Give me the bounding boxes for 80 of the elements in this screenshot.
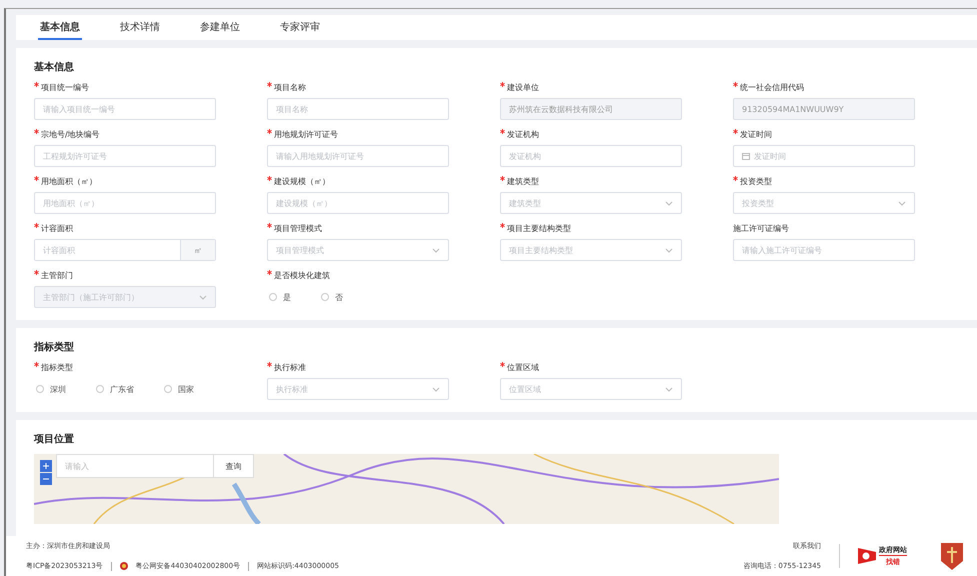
calendar-icon (742, 152, 750, 160)
select-input[interactable]: 执行标准 (276, 384, 428, 394)
chevron-down-icon (199, 294, 207, 300)
select-field[interactable]: 项目管理模式 (267, 239, 449, 261)
select-field[interactable]: 位置区域 (500, 378, 682, 400)
select-input[interactable]: 位置区域 (509, 384, 661, 394)
text-input[interactable]: 用地面积（㎡） (43, 198, 207, 208)
radio-option[interactable]: 国家 (164, 384, 194, 394)
tab[interactable]: 技术详情 (118, 15, 162, 40)
input-field[interactable]: 发证机构 (500, 145, 682, 167)
text-input[interactable]: 工程规划许可证号 (43, 152, 207, 160)
date-field[interactable]: 发证时间 (733, 145, 915, 167)
tab[interactable]: 专家评审 (278, 15, 322, 40)
section-title: 指标类型 (34, 340, 75, 354)
field-label: 项目主要结构类型 (507, 223, 571, 234)
field-label: 建筑类型 (507, 176, 539, 187)
field-label: 发证机构 (507, 129, 539, 140)
magnifier-flag-icon (858, 547, 876, 565)
select-input[interactable]: 主管部门（施工许可部门） (43, 292, 195, 302)
field-label: 项目统一编号 (41, 82, 89, 93)
police-emblem-icon (120, 562, 128, 570)
tab[interactable]: 参建单位 (198, 15, 242, 40)
minus-icon (43, 476, 49, 482)
chevron-down-icon (665, 200, 673, 206)
text-input[interactable]: 项目名称 (276, 104, 440, 114)
text-input[interactable]: 请输入用地规划许可证号 (276, 152, 440, 160)
section-title: 基本信息 (34, 60, 75, 74)
select-field[interactable]: 建筑类型 (500, 192, 682, 214)
field-label: 用地面积（㎡） (41, 176, 97, 187)
field-label: 建设单位 (507, 82, 539, 93)
input-field[interactable]: 请输入用地规划许可证号 (267, 145, 449, 167)
field-label: 投资类型 (740, 176, 772, 187)
text-input[interactable]: 请输入施工许可证编号 (742, 246, 906, 254)
select-input[interactable]: 建筑类型 (509, 198, 661, 208)
tab[interactable]: 基本信息 (38, 15, 82, 40)
radio-option[interactable]: 是 (269, 292, 291, 302)
select-field[interactable]: 主管部门（施工许可部门） (34, 286, 216, 308)
chevron-down-icon (898, 200, 906, 206)
input-field[interactable]: 工程规划许可证号 (34, 145, 216, 167)
select-field[interactable]: 项目主要结构类型 (500, 239, 682, 261)
select-field[interactable]: 执行标准 (267, 378, 449, 400)
text-input[interactable]: 发证机构 (509, 152, 673, 160)
chevron-down-icon (665, 386, 673, 392)
input-field[interactable]: 建设规模（㎡） (267, 192, 449, 214)
zoom-in-button[interactable] (40, 460, 52, 472)
radio-option[interactable]: 广东省 (96, 384, 134, 394)
field-label: 是否模块化建筑 (274, 270, 330, 281)
input-field[interactable]: 用地面积（㎡） (34, 192, 216, 214)
chevron-down-icon (665, 248, 673, 252)
field-label: 执行标准 (274, 362, 306, 373)
field-label: 宗地号/地块编号 (41, 129, 100, 140)
field-label: 建设规模（㎡） (274, 176, 330, 187)
radio-option[interactable]: 深圳 (36, 384, 66, 394)
date-input[interactable]: 发证时间 (754, 152, 906, 160)
unit-label: ㎡ (180, 240, 215, 260)
field-label: 主管部门 (41, 270, 73, 281)
section-title: 项目位置 (34, 432, 75, 446)
input-field[interactable]: 项目名称 (267, 98, 449, 120)
field-label: 指标类型 (41, 362, 73, 373)
zoom-out-button[interactable] (40, 473, 52, 485)
field-label: 发证时间 (740, 129, 772, 140)
field-label: 计容面积 (41, 223, 73, 234)
select-input[interactable]: 项目主要结构类型 (509, 246, 661, 254)
chevron-down-icon (432, 248, 440, 252)
field-label: 项目管理模式 (274, 223, 322, 234)
field-label: 项目名称 (274, 82, 306, 93)
radio-option[interactable]: 否 (321, 292, 343, 302)
select-field[interactable]: 投资类型 (733, 192, 915, 214)
text-input[interactable]: 建设规模（㎡） (276, 198, 440, 208)
field-label: 统一社会信用代码 (740, 82, 804, 93)
select-input[interactable]: 项目管理模式 (276, 246, 428, 254)
emblem-icon (939, 541, 965, 571)
input-field[interactable]: 请输入施工许可证编号 (733, 239, 915, 261)
plus-icon (43, 463, 49, 469)
chevron-down-icon (432, 386, 440, 392)
field-label: 位置区域 (507, 362, 539, 373)
select-input[interactable]: 投资类型 (742, 198, 894, 208)
field-label: 用地规划许可证号 (274, 129, 338, 140)
field-label: 施工许可证编号 (733, 223, 789, 234)
map-search-bar[interactable]: 请输入 查询 (56, 454, 254, 478)
